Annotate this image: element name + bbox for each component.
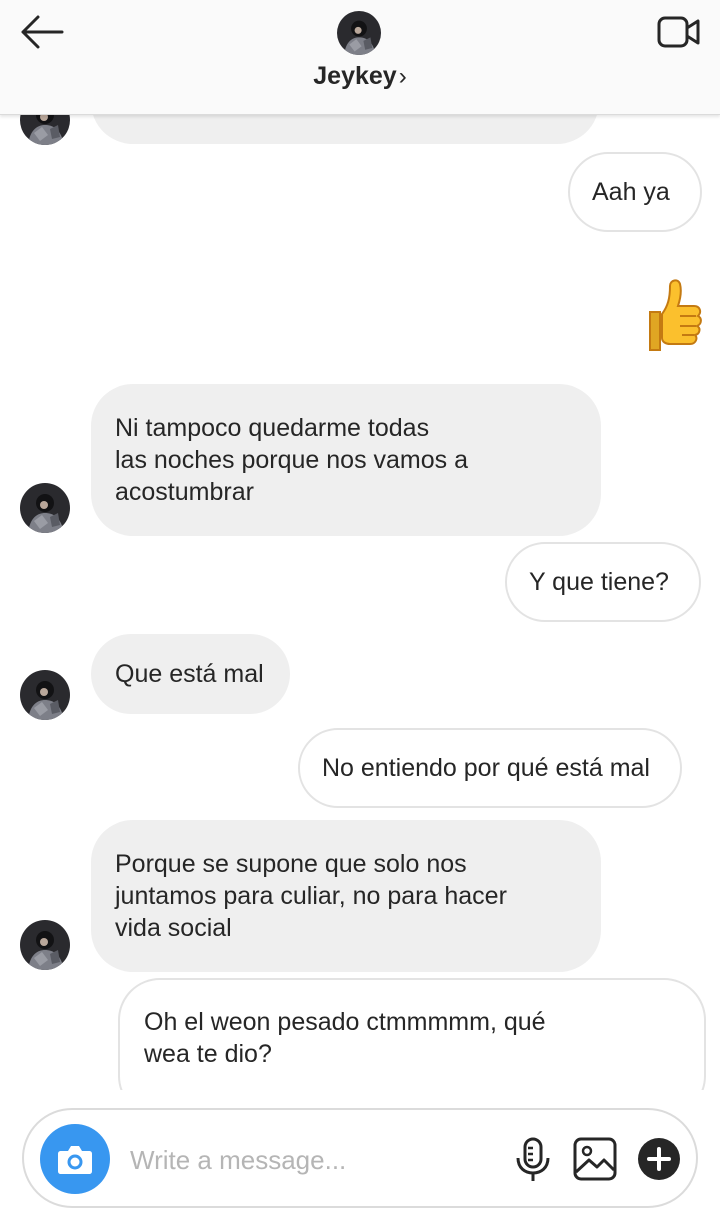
message-thread[interactable]: Aah ya Ni tampoco quedarme todas las noc…	[0, 0, 720, 1090]
arrow-left-icon	[21, 15, 64, 49]
message-bubble-incoming[interactable]: Ni tampoco quedarme todas las noches por…	[91, 384, 601, 536]
plus-circle-icon	[638, 1138, 680, 1180]
thumbs-up-emoji-message[interactable]	[640, 276, 702, 354]
camera-icon	[58, 1146, 92, 1174]
more-options-button[interactable]	[638, 1138, 680, 1180]
image-gallery-icon	[573, 1137, 617, 1181]
message-bubble-outgoing[interactable]: Y que tiene?	[505, 542, 701, 622]
back-button[interactable]	[18, 12, 66, 52]
camera-button[interactable]	[40, 1124, 110, 1194]
voice-message-button[interactable]	[512, 1136, 554, 1184]
microphone-icon	[516, 1137, 550, 1181]
contact-avatar[interactable]	[20, 920, 70, 970]
contact-avatar[interactable]	[20, 670, 70, 720]
contact-name: Jeykey	[313, 62, 397, 90]
contact-avatar[interactable]	[20, 483, 70, 533]
message-composer	[22, 1108, 698, 1208]
video-camera-icon	[657, 16, 700, 48]
message-bubble-outgoing[interactable]: Aah ya	[568, 152, 702, 232]
message-bubble-incoming[interactable]: Porque se supone que solo nos juntamos p…	[91, 820, 601, 972]
message-bubble-outgoing[interactable]: No entiendo por qué está mal	[298, 728, 682, 808]
gallery-button[interactable]	[572, 1136, 618, 1182]
chat-header: Jeykey›	[0, 0, 720, 115]
header-avatar[interactable]	[337, 11, 381, 55]
message-bubble-outgoing[interactable]: Oh el weon pesado ctmmmmm, qué wea te di…	[118, 978, 706, 1090]
contact-name-link[interactable]: Jeykey›	[0, 62, 720, 91]
video-call-button[interactable]	[656, 12, 702, 52]
message-input[interactable]	[130, 1140, 500, 1180]
message-bubble-incoming[interactable]: Que está mal	[91, 634, 290, 714]
chevron-right-icon: ›	[398, 63, 407, 90]
